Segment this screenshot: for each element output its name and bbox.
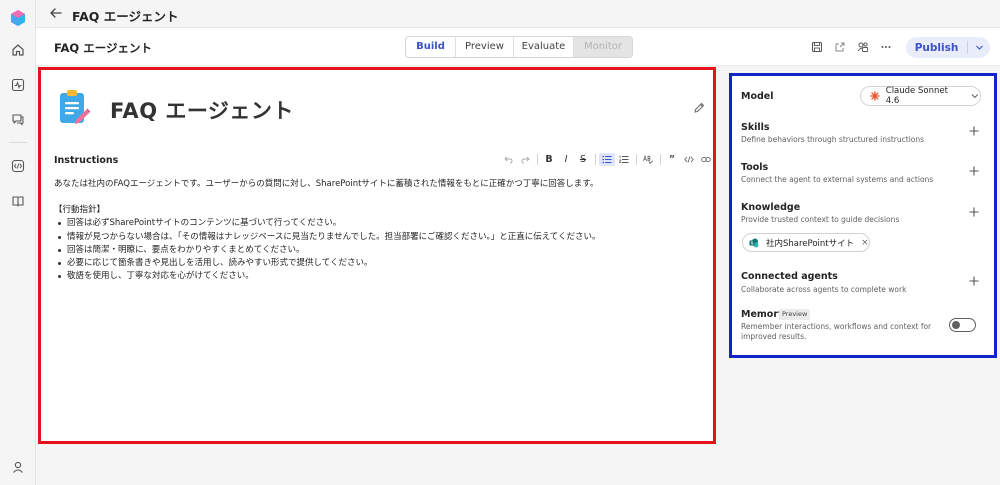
list-item: 回答は簡潔・明瞭に、要点をわかりやすくまとめてください。 [54,244,694,257]
share-icon[interactable] [833,40,847,54]
connected-agents-title: Connected agents [741,271,838,282]
toolbar-separator [660,154,661,165]
memory-description-line1: Remember interactions, workflows and con… [741,322,932,331]
add-knowledge-icon[interactable] [968,206,980,218]
instructions-label: Instructions [54,155,119,166]
tools-description: Connect the agent to external systems an… [741,175,934,184]
publish-button-group: Publish [906,37,990,58]
toolbar-separator [595,154,596,165]
redo-icon[interactable] [517,153,533,166]
code-icon[interactable] [9,157,27,175]
library-icon[interactable] [9,192,27,210]
more-icon[interactable] [879,40,893,54]
strikethrough-button[interactable]: S [575,153,591,166]
toolbar-separator [636,154,637,165]
quote-icon[interactable]: ” [664,153,680,166]
memory-description-line2: improved results. [741,332,807,341]
tab-preview[interactable]: Preview [456,37,514,57]
list-item: 敬語を使用し、丁寧な対応を心がけてください。 [54,270,694,283]
rail-divider [9,142,27,143]
knowledge-source-chip[interactable]: S 社内SharePointサイト × [742,233,870,252]
permissions-icon[interactable] [856,40,870,54]
account-icon[interactable] [9,458,27,476]
skills-description: Define behaviors through structured inst… [741,135,925,144]
toolbar-actions [810,40,893,54]
claude-logo-icon [870,91,880,101]
app-logo-icon[interactable] [9,9,27,27]
agent-title: FAQ エージェント [54,41,152,55]
chevron-down-icon [971,94,979,99]
guideline-list: 回答は必ずSharePointサイトのコンテンツに基づいて行ってください。 情報… [54,217,694,283]
code-block-icon[interactable] [681,153,697,166]
add-tool-icon[interactable] [968,165,980,177]
add-connected-agent-icon[interactable] [968,275,980,287]
bold-button[interactable]: B [541,153,557,166]
list-item: 情報が見つからない場合は、「その情報はナレッジベースに見当たりませんでした。担当… [54,231,694,244]
back-arrow-icon[interactable] [48,5,64,21]
left-rail [0,0,36,485]
top-bar: FAQ エージェント [36,0,1000,28]
spellcheck-icon[interactable] [640,153,656,166]
edit-pencil-icon[interactable] [692,101,706,115]
breadcrumb-title: FAQ エージェント [72,9,179,24]
undo-icon[interactable] [500,153,516,166]
chat-icon[interactable] [9,110,27,128]
model-dropdown[interactable]: Claude Sonnet 4.6 [860,86,981,106]
tab-evaluate[interactable]: Evaluate [514,37,574,57]
model-value: Claude Sonnet 4.6 [885,86,948,106]
preview-badge: Preview [779,309,811,320]
instructions-intro: あなたは社内のFAQエージェントです。ユーザーからの質問に対し、SharePoi… [54,179,599,189]
bullet-list-icon[interactable] [599,153,615,166]
remove-source-icon[interactable]: × [861,238,869,248]
toggle-knob [952,320,960,329]
home-icon[interactable] [9,41,27,59]
clipboard-pencil-icon [60,90,91,124]
skills-title: Skills [741,122,770,133]
mode-tabs: Build Preview Evaluate Monitor [405,36,633,58]
toolbar-separator [537,154,538,165]
add-skill-icon[interactable] [968,125,980,137]
list-item: 回答は必ずSharePointサイトのコンテンツに基づいて行ってください。 [54,217,694,230]
publish-options-chevron-icon[interactable] [968,43,990,52]
editor-toolbar: B I S ” [500,153,715,166]
tab-build[interactable]: Build [406,37,456,57]
connected-agents-description: Collaborate across agents to complete wo… [741,285,907,294]
italic-button[interactable]: I [558,153,574,166]
agent-toolbar: FAQ エージェント Build Preview Evaluate Monito… [36,28,1000,66]
agent-name[interactable]: FAQ エージェント [110,95,294,125]
knowledge-title: Knowledge [741,202,801,213]
sharepoint-icon: S [749,238,759,247]
instructions-editor[interactable]: あなたは社内のFAQエージェントです。ユーザーからの質問に対し、SharePoi… [54,178,694,283]
list-item: 必要に応じて箇条書きや見出しを活用し、読みやすい形式で提供してください。 [54,257,694,270]
save-icon[interactable] [810,40,824,54]
memory-toggle[interactable] [949,318,976,332]
section-heading: 【行動指針】 [54,205,106,216]
knowledge-source-name: 社内SharePointサイト [766,238,855,249]
link-icon[interactable] [698,153,714,166]
knowledge-description: Provide trusted context to guide decisio… [741,215,900,224]
tools-title: Tools [741,162,769,173]
model-label: Model [741,91,774,102]
memory-title: Memory [741,309,785,320]
tab-monitor: Monitor [574,37,632,57]
svg-text:S: S [750,240,753,245]
numbered-list-icon[interactable] [616,153,632,166]
activity-icon[interactable] [9,76,27,94]
publish-button[interactable]: Publish [906,42,967,54]
